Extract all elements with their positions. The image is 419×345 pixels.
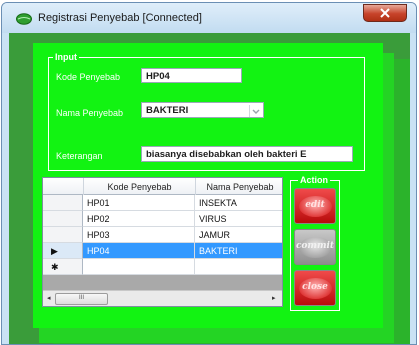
cell-kode[interactable]: HP01 — [83, 195, 195, 211]
window-close-button[interactable] — [363, 4, 407, 22]
close-button-label: close — [302, 282, 328, 292]
client-area: Input Kode Penyebab HP04 Nama Penyebab B… — [9, 33, 410, 344]
new-row-asterisk-icon: ✱ — [51, 262, 59, 272]
nama-penyebab-label: Nama Penyebab — [56, 108, 124, 118]
horizontal-scrollbar[interactable]: ◂ III ▸ — [43, 290, 282, 306]
window-title: Registrasi Penyebab [Connected] — [38, 12, 202, 24]
grid-corner-header — [43, 178, 83, 195]
kode-penyebab-label: Kode Penyebab — [56, 72, 121, 82]
row-header[interactable] — [43, 227, 83, 243]
cell-kode[interactable]: HP04 — [83, 243, 195, 259]
scroll-left-icon[interactable]: ◂ — [47, 294, 51, 302]
table-row[interactable]: HP03 JAMUR — [43, 227, 282, 243]
chevron-down-icon[interactable] — [249, 105, 261, 117]
app-window: Registrasi Penyebab [Connected] Input Ko… — [1, 2, 417, 345]
close-button[interactable]: close — [294, 270, 336, 306]
keterangan-label: Keterangan — [56, 151, 103, 161]
scroll-right-icon[interactable]: ▸ — [272, 294, 276, 302]
table-row[interactable]: HP01 INSEKTA — [43, 195, 282, 211]
grid-header: Kode Penyebab Nama Penyebab — [43, 178, 282, 195]
title-bar[interactable]: Registrasi Penyebab [Connected] — [2, 3, 416, 33]
new-row[interactable]: ✱ — [43, 259, 282, 275]
cell-nama[interactable]: INSEKTA — [195, 195, 282, 211]
column-header-nama[interactable]: Nama Penyebab — [195, 178, 282, 195]
current-row-arrow-icon: ▶ — [51, 246, 58, 256]
kode-penyebab-field[interactable]: HP04 — [141, 68, 242, 83]
row-header[interactable]: ✱ — [43, 259, 83, 275]
input-group-legend: Input — [53, 52, 79, 62]
nama-penyebab-select[interactable]: BAKTERI — [141, 102, 264, 118]
table-row-selected[interactable]: ▶ HP04 BAKTERI — [43, 243, 282, 259]
keterangan-field[interactable]: biasanya disebabkan oleh bakteri E — [141, 146, 353, 162]
action-group-legend: Action — [298, 175, 330, 185]
cell-kode[interactable]: HP02 — [83, 211, 195, 227]
row-header[interactable]: ▶ — [43, 243, 83, 259]
scrollbar-thumb[interactable]: III — [55, 293, 108, 305]
table-row[interactable]: HP02 VIRUS — [43, 211, 282, 227]
cell-nama[interactable]: JAMUR — [195, 227, 282, 243]
cell-nama[interactable]: VIRUS — [195, 211, 282, 227]
nama-penyebab-value: BAKTERI — [146, 105, 189, 116]
edit-button[interactable]: edit — [294, 188, 336, 224]
close-icon — [380, 8, 390, 18]
app-leaf-icon — [16, 12, 32, 25]
commit-button-label: commit — [295, 241, 335, 251]
column-header-kode[interactable]: Kode Penyebab — [83, 178, 195, 195]
cell-nama[interactable]: BAKTERI — [195, 243, 282, 259]
edit-button-label: edit — [305, 200, 325, 210]
cell-kode[interactable] — [83, 259, 195, 275]
cell-kode[interactable]: HP03 — [83, 227, 195, 243]
action-group: Action edit commit close — [290, 175, 340, 311]
commit-button[interactable]: commit — [294, 229, 336, 265]
main-panel: Input Kode Penyebab HP04 Nama Penyebab B… — [33, 43, 383, 328]
input-group: Input Kode Penyebab HP04 Nama Penyebab B… — [48, 52, 365, 171]
penyebab-data-grid[interactable]: Kode Penyebab Nama Penyebab HP01 INSEKTA… — [42, 177, 283, 307]
cell-nama[interactable] — [195, 259, 282, 275]
row-header[interactable] — [43, 211, 83, 227]
row-header[interactable] — [43, 195, 83, 211]
